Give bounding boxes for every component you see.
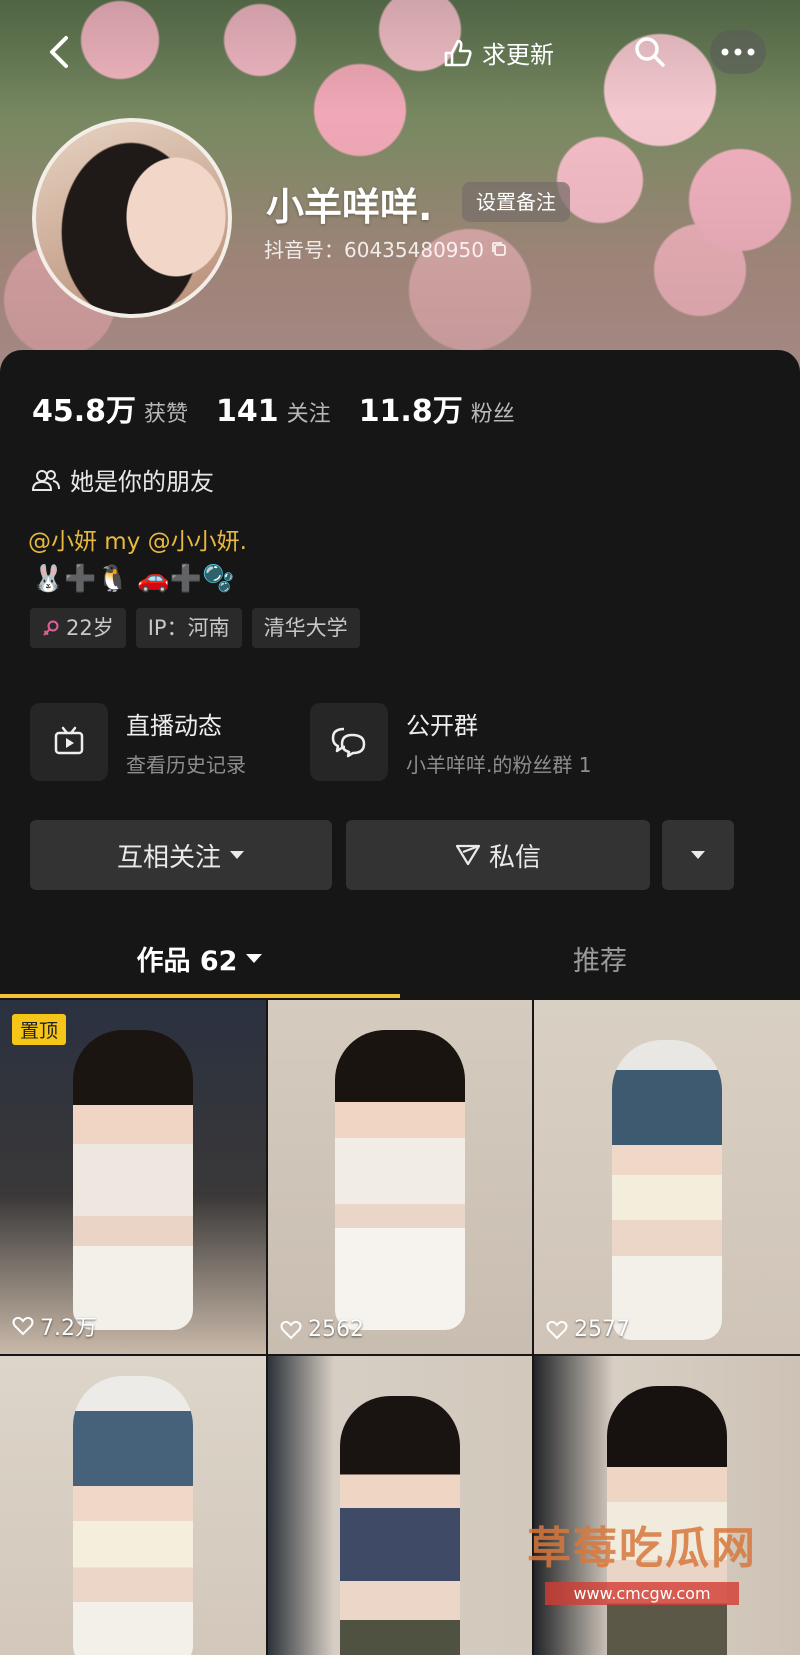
like-count-text: 7.2万 (40, 1316, 97, 1341)
tab-works[interactable]: 作品 62 (0, 918, 400, 998)
video-thumbnail[interactable]: 置顶 7.2万 (0, 1000, 266, 1354)
hand-point-icon (444, 39, 472, 67)
card-subtitle: 小羊咩咩.的粉丝群 1 (406, 753, 592, 777)
watermark-title: 草莓吃瓜网 (527, 1523, 757, 1574)
mutual-follow-label: 互相关注 (116, 842, 221, 873)
tab-works-label: 作品 62 (136, 945, 238, 977)
tag-ip: IP：河南 (135, 608, 242, 648)
video-thumbnail[interactable]: 2562 (268, 1000, 532, 1354)
like-count-text: 2577 (574, 1317, 630, 1342)
card-title: 直播动态 (126, 712, 222, 740)
stat-value: 45.8万 (32, 394, 137, 429)
heart-icon (12, 1316, 34, 1336)
caret-down-icon (691, 851, 705, 859)
set-remark-button[interactable]: 设置备注 (462, 182, 570, 222)
female-icon (43, 620, 59, 636)
card-subtitle: 查看历史记录 (126, 753, 246, 777)
more-button[interactable] (710, 30, 766, 74)
bio-emoji-line: 🐰➕🐧 🚗➕🫧 (32, 564, 235, 594)
like-count: 2562 (280, 1317, 364, 1342)
tv-icon (54, 726, 84, 755)
feature-cards: 直播动态 查看历史记录 公开群 小羊咩咩.的粉丝群 1 (30, 702, 770, 782)
send-icon (455, 844, 481, 866)
like-count-text: 2562 (308, 1317, 364, 1342)
stat-label: 粉丝 (470, 402, 515, 427)
card-icon-box (310, 703, 388, 781)
back-button[interactable] (40, 32, 80, 72)
mutual-follow-button[interactable]: 互相关注 (30, 820, 332, 890)
active-tab-indicator (0, 994, 400, 998)
douyin-id[interactable]: 抖音号：60435480950 (264, 234, 508, 263)
card-text: 公开群 小羊咩咩.的粉丝群 1 (406, 706, 591, 778)
content-tabs: 作品 62 推荐 (0, 918, 800, 998)
profile-tags: 22岁 IP：河南 清华大学 (30, 608, 360, 648)
tab-recommend[interactable]: 推荐 (400, 918, 800, 998)
stat-likes[interactable]: 45.8万 获赞 (32, 386, 188, 430)
video-thumbnail[interactable] (0, 1356, 266, 1655)
like-count: 7.2万 (12, 1310, 97, 1342)
request-update-label: 求更新 (482, 40, 554, 69)
stat-label: 关注 (286, 402, 331, 427)
more-actions-button[interactable] (662, 820, 734, 890)
video-thumbnail[interactable]: 2577 (534, 1000, 800, 1354)
video-thumbnail[interactable] (268, 1356, 532, 1655)
friend-status-text: 她是你的朋友 (70, 468, 214, 496)
public-group-card[interactable]: 公开群 小羊咩咩.的粉丝群 1 (310, 702, 591, 782)
bio-mentions[interactable]: @小妍 my @小小妍. (28, 522, 247, 556)
stat-value: 11.8万 (358, 394, 463, 429)
heart-icon (546, 1320, 568, 1339)
pinned-badge: 置顶 (12, 1014, 67, 1045)
more-dots-icon (721, 48, 755, 56)
message-label: 私信 (488, 842, 541, 873)
heart-icon (280, 1320, 302, 1339)
stat-fans[interactable]: 11.8万 粉丝 (359, 386, 515, 430)
tag-age: 22岁 (30, 608, 126, 648)
caret-down-icon (246, 954, 263, 963)
stat-following[interactable]: 141 关注 (216, 394, 331, 429)
caret-down-icon (230, 851, 244, 859)
action-buttons: 互相关注 私信 (30, 820, 772, 890)
copy-icon (492, 241, 506, 256)
top-bar: 求更新 (0, 22, 800, 78)
request-update-button[interactable]: 求更新 (440, 32, 554, 72)
video-thumbnail[interactable] (534, 1356, 800, 1655)
watermark: 草莓吃瓜网 www.cmcgw.com (512, 1512, 772, 1605)
tab-recommend-label: 推荐 (573, 945, 627, 977)
friends-icon (32, 469, 60, 491)
live-history-card[interactable]: 直播动态 查看历史记录 (30, 702, 246, 782)
search-button[interactable] (630, 32, 670, 72)
like-count: 2577 (546, 1317, 630, 1342)
avatar[interactable] (32, 118, 232, 318)
watermark-url: www.cmcgw.com (545, 1582, 739, 1605)
stat-value: 141 (216, 394, 279, 429)
douyin-id-text: 抖音号：60435480950 (264, 238, 484, 262)
card-title: 公开群 (406, 712, 478, 740)
card-icon-box (30, 703, 108, 781)
profile-panel: 45.8万 获赞 141 关注 11.8万 粉丝 她是你的朋友 @小妍 my @… (0, 350, 800, 1655)
search-icon (635, 37, 665, 67)
stats-row: 45.8万 获赞 141 关注 11.8万 粉丝 (32, 386, 515, 430)
stat-label: 获赞 (144, 402, 189, 427)
nickname: 小羊咩咩. (266, 185, 433, 229)
chat-icon (331, 727, 366, 758)
back-arrow-icon (50, 36, 68, 68)
message-button[interactable]: 私信 (346, 820, 650, 890)
tag-age-label: 22岁 (66, 616, 114, 640)
card-text: 直播动态 查看历史记录 (126, 706, 246, 778)
tag-school[interactable]: 清华大学 (251, 608, 360, 648)
friend-status: 她是你的朋友 (32, 462, 214, 497)
